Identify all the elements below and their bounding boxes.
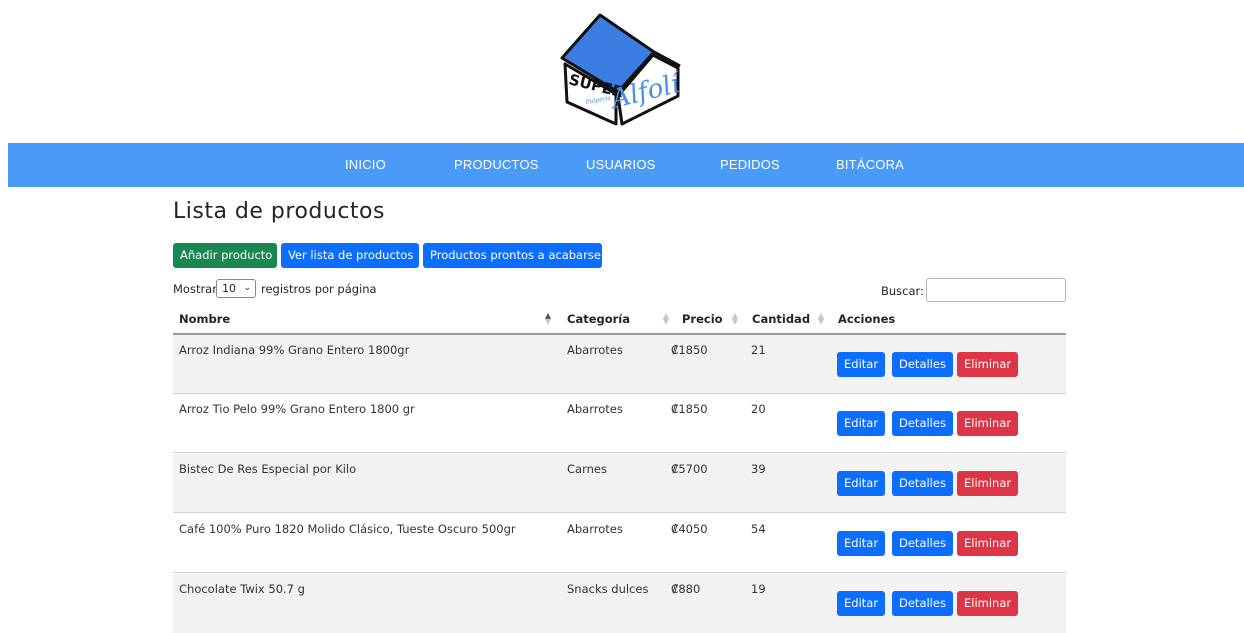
- table-row: Arroz Indiana 99% Grano Entero 1800gr Ab…: [173, 335, 1066, 394]
- cell-price: ₡1850: [671, 343, 708, 357]
- cell-category: Abarrotes: [567, 522, 623, 536]
- cell-price: ₡4050: [671, 522, 708, 536]
- length-menu-prefix: Mostrar: [173, 282, 217, 296]
- page-title: Lista de productos: [173, 199, 385, 224]
- cell-quantity: 39: [751, 462, 766, 476]
- delete-button[interactable]: Eliminar: [957, 352, 1019, 377]
- edit-button[interactable]: Editar: [837, 471, 886, 496]
- length-menu-suffix: registros por página: [261, 282, 377, 296]
- sort-asc-icon: ▲ ▼: [544, 311, 552, 326]
- edit-button[interactable]: Editar: [837, 531, 886, 556]
- main-navbar: INICIO PRODUCTOS USUARIOS PEDIDOS BITÁCO…: [8, 143, 1244, 187]
- details-button[interactable]: Detalles: [892, 471, 953, 496]
- cell-quantity: 20: [751, 402, 766, 416]
- cell-category: Abarrotes: [567, 402, 623, 416]
- sort-icon: ▲ ▼: [662, 311, 670, 326]
- column-header-cantidad[interactable]: Cantidad: [752, 312, 810, 326]
- cell-quantity: 21: [751, 343, 766, 357]
- cell-quantity: 54: [751, 522, 766, 536]
- cell-category: Carnes: [567, 462, 607, 476]
- cell-name: Arroz Indiana 99% Grano Entero 1800gr: [179, 343, 410, 357]
- add-product-button[interactable]: Añadir producto: [173, 243, 277, 268]
- table-row: Chocolate Twix 50.7 g Snacks dulces ₡880…: [173, 574, 1066, 633]
- cell-name: Café 100% Puro 1820 Molido Clásico, Tues…: [179, 522, 516, 536]
- delete-button[interactable]: Eliminar: [957, 531, 1019, 556]
- view-products-list-button[interactable]: Ver lista de productos: [281, 243, 419, 268]
- delete-button[interactable]: Eliminar: [957, 411, 1019, 436]
- column-header-categoria[interactable]: Categoría: [567, 312, 630, 326]
- nav-item-usuarios[interactable]: USUARIOS: [586, 143, 656, 187]
- edit-button[interactable]: Editar: [837, 591, 886, 616]
- cell-price: ₡5700: [671, 462, 708, 476]
- table-row: Bistec De Res Especial por Kilo Carnes ₡…: [173, 454, 1066, 513]
- cell-name: Bistec De Res Especial por Kilo: [179, 462, 357, 476]
- delete-button[interactable]: Eliminar: [957, 471, 1019, 496]
- sort-icon: ▲ ▼: [731, 311, 739, 326]
- column-header-precio[interactable]: Precio: [682, 312, 723, 326]
- nav-item-pedidos[interactable]: PEDIDOS: [720, 143, 780, 187]
- cell-name: Chocolate Twix 50.7 g: [179, 582, 305, 596]
- cell-category: Abarrotes: [567, 343, 623, 357]
- delete-button[interactable]: Eliminar: [957, 591, 1019, 616]
- table-row: Café 100% Puro 1820 Molido Clásico, Tues…: [173, 514, 1066, 573]
- cell-quantity: 19: [751, 582, 766, 596]
- cell-name: Arroz Tio Pelo 99% Grano Entero 1800 gr: [179, 402, 415, 416]
- nav-item-bitacora[interactable]: BITÁCORA: [836, 143, 904, 187]
- details-button[interactable]: Detalles: [892, 531, 953, 556]
- edit-button[interactable]: Editar: [837, 352, 886, 377]
- nav-item-inicio[interactable]: INICIO: [345, 143, 386, 187]
- low-stock-products-button[interactable]: Productos prontos a acabarse: [423, 243, 602, 268]
- edit-button[interactable]: Editar: [837, 411, 886, 436]
- details-button[interactable]: Detalles: [892, 591, 953, 616]
- cell-price: ₡1850: [671, 402, 708, 416]
- column-header-acciones: Acciones: [838, 312, 896, 326]
- sort-icon: ▲ ▼: [817, 311, 825, 326]
- page-length-value: 10: [222, 282, 236, 295]
- chevron-down-icon: ⌄: [243, 283, 251, 293]
- table-row: Arroz Tio Pelo 99% Grano Entero 1800 gr …: [173, 394, 1066, 453]
- column-header-nombre[interactable]: Nombre: [179, 312, 230, 326]
- page-length-select[interactable]: 10 ⌄: [216, 279, 256, 298]
- cell-category: Snacks dulces: [567, 582, 649, 596]
- house-logo-icon: SUPER Alfolí Pulpería: [560, 13, 686, 126]
- search-label: Buscar:: [881, 284, 924, 298]
- search-input[interactable]: [926, 278, 1066, 302]
- nav-item-productos[interactable]: PRODUCTOS: [454, 143, 539, 187]
- site-logo[interactable]: SUPER Alfolí Pulpería: [556, 12, 686, 127]
- details-button[interactable]: Detalles: [892, 411, 953, 436]
- details-button[interactable]: Detalles: [892, 352, 953, 377]
- cell-price: ₡880: [671, 582, 701, 596]
